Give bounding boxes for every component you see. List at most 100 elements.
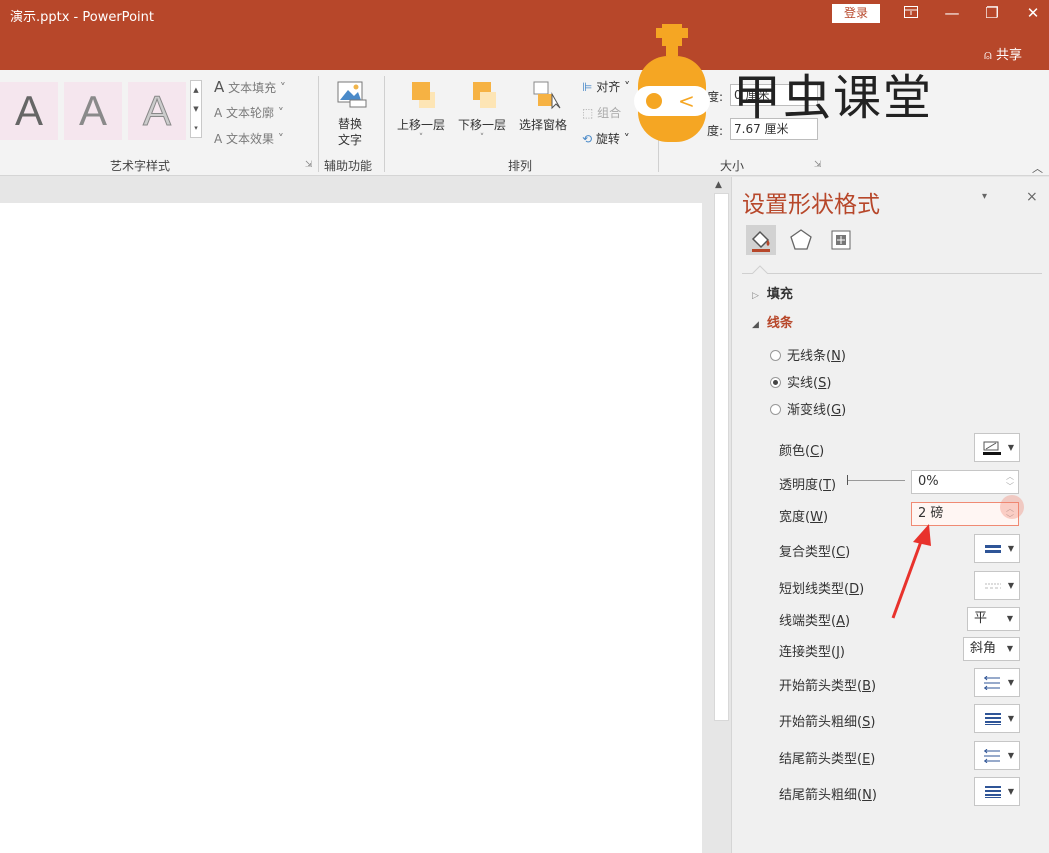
dash-type-dropdown[interactable]: ▼ (974, 571, 1020, 600)
scroll-up-icon[interactable]: ▲ (715, 180, 722, 190)
text-fill-icon: A (214, 78, 225, 96)
close-button[interactable]: ✕ (1018, 2, 1048, 24)
wordart-gallery-scroll[interactable]: ▲ ▼ ▾ (190, 80, 202, 138)
transparency-value: 0% (918, 474, 939, 489)
solid-line-key: S (818, 376, 827, 391)
effects-tab[interactable] (786, 225, 816, 255)
align-button[interactable]: ⊫ 对齐 ˅ (582, 78, 630, 95)
restore-button[interactable]: ❐ (977, 2, 1007, 24)
alt-text-label-1: 替换 (338, 117, 363, 131)
gallery-more-icon[interactable]: ▾ (191, 119, 201, 138)
pentagon-icon (790, 229, 812, 250)
collapse-ribbon-icon[interactable]: ︿ (1032, 160, 1043, 176)
no-line-key: N (831, 349, 841, 364)
send-backward-icon (470, 80, 500, 114)
scroll-thumb[interactable] (714, 193, 729, 721)
fill-section-label: 填充 (766, 287, 793, 302)
bring-forward-icon (409, 80, 439, 114)
arrange-group-label: 排列 (508, 159, 533, 173)
begin-arrow-type-dropdown[interactable]: ▼ (974, 668, 1020, 697)
wordart-style-1[interactable]: A (0, 82, 58, 140)
wordart-style-2[interactable]: A (64, 82, 122, 140)
alt-text-icon (336, 78, 368, 114)
size-dialog-launcher-icon[interactable]: ⇲ (814, 160, 822, 170)
minimize-button[interactable]: — (937, 2, 967, 24)
text-outline-label: 文本轮廓 (226, 106, 275, 120)
alt-text-button[interactable]: 替换 文字 (338, 116, 362, 148)
slide-canvas[interactable] (0, 203, 702, 853)
arrow-size-icon (985, 786, 1001, 798)
text-outline-button[interactable]: A 文本轮廓 ˅ (214, 104, 284, 121)
line-section-header[interactable]: ◢ 线条 (752, 312, 793, 331)
line-color-dropdown[interactable]: ▼ (974, 433, 1020, 462)
line-section-label: 线条 (766, 316, 793, 331)
width-label: 宽度(W) (779, 510, 829, 525)
vertical-scrollbar[interactable]: ▲ (712, 177, 731, 853)
end-arrow-size-dropdown[interactable]: ▼ (974, 777, 1020, 806)
text-effects-button[interactable]: A 文本效果 ˅ (214, 130, 284, 147)
selection-pane-icon (532, 80, 562, 114)
bring-forward-button[interactable]: 上移一层 ˅ (397, 116, 445, 143)
tab-divider (742, 273, 1042, 274)
dropdown-arrow-icon: ▼ (1007, 751, 1014, 760)
gallery-up-icon[interactable]: ▲ (191, 81, 201, 100)
share-button[interactable]: ⍝ 共享 (984, 44, 1022, 63)
cap-type-dropdown[interactable]: 平 ▼ (967, 607, 1020, 631)
compound-type-dropdown[interactable]: ▼ (974, 534, 1020, 563)
powerpoint-window: 演示.pptx - PowerPoint 登录 — ❐ ✕ ⍝ 共享 A A A… (0, 0, 1049, 853)
transparency-slider-track[interactable] (848, 480, 905, 481)
solid-line-radio[interactable]: 实线(S) (770, 372, 831, 391)
ribbon-display-options-icon[interactable] (896, 2, 926, 24)
transparency-input[interactable]: 0% ︿ ﹀ (911, 470, 1019, 494)
dropdown-arrow-icon: ▼ (1006, 614, 1013, 623)
expand-icon: ▷ (752, 291, 759, 301)
mouse-cursor-highlight (1000, 495, 1024, 519)
user-icon: ⍝ (984, 48, 996, 63)
join-type-dropdown[interactable]: 斜角 ▼ (963, 637, 1020, 661)
pane-options-icon[interactable]: ▾ (982, 191, 987, 202)
radio-icon (770, 404, 781, 415)
svg-text:<: < (678, 89, 695, 113)
dropdown-arrow-icon: ▼ (1007, 443, 1014, 452)
wordart-dialog-launcher-icon[interactable]: ⇲ (305, 160, 313, 170)
gradient-line-radio[interactable]: 渐变线(G) (770, 399, 846, 418)
solid-line-label: 实线( (787, 376, 819, 391)
group-icon: ⬚ (582, 106, 594, 120)
dropdown-arrow-icon: ▼ (1006, 644, 1013, 653)
compound-type-label: 复合类型(C) (779, 545, 851, 560)
begin-arrow-type-label: 开始箭头类型(B) (779, 679, 877, 694)
text-fill-label: 文本填充 (228, 81, 277, 95)
text-effects-label: 文本效果 (226, 132, 275, 146)
gallery-down-icon[interactable]: ▼ (191, 100, 201, 119)
text-outline-icon: A (214, 106, 223, 120)
fill-section-header[interactable]: ▷ 填充 (752, 283, 793, 302)
color-label: 颜色(C) (779, 444, 825, 459)
send-backward-button[interactable]: 下移一层 ˅ (458, 116, 506, 143)
size-properties-tab[interactable] (826, 225, 856, 255)
group-button[interactable]: ⬚ 组合 (582, 104, 621, 121)
arrow-size-icon (985, 713, 1001, 725)
window-title: 演示.pptx - PowerPoint (10, 10, 154, 25)
gradient-line-label: 渐变线( (787, 403, 832, 418)
no-line-radio[interactable]: 无线条(N) (770, 345, 846, 364)
spinner-icon[interactable]: ︿ ﹀ (1006, 472, 1014, 492)
rotate-icon: ⟲ (582, 132, 593, 146)
cap-type-label: 线端类型(A) (779, 614, 851, 629)
join-type-label: 连接类型(J) (779, 645, 845, 660)
wordart-style-3[interactable]: A (128, 82, 186, 140)
text-fill-button[interactable]: A 文本填充 ˅ (214, 78, 286, 96)
join-type-value: 斜角 (970, 641, 997, 656)
pane-close-icon[interactable]: × (1026, 189, 1038, 205)
accessibility-group-label: 辅助功能 (324, 159, 373, 173)
login-button[interactable]: 登录 (832, 4, 880, 23)
dash-type-label: 短划线类型(D) (779, 582, 865, 597)
rotate-button[interactable]: ⟲ 旋转 ˅ (582, 130, 630, 147)
selection-pane-button[interactable]: 选择窗格 (519, 116, 567, 133)
end-arrow-size-label: 结尾箭头粗细(N) (779, 788, 877, 803)
begin-arrow-size-dropdown[interactable]: ▼ (974, 704, 1020, 733)
cap-type-value: 平 (974, 611, 988, 626)
fill-line-tab[interactable] (746, 225, 776, 255)
paint-bucket-icon (751, 230, 770, 252)
end-arrow-type-dropdown[interactable]: ▼ (974, 741, 1020, 770)
alt-text-label-2: 文字 (338, 133, 363, 147)
